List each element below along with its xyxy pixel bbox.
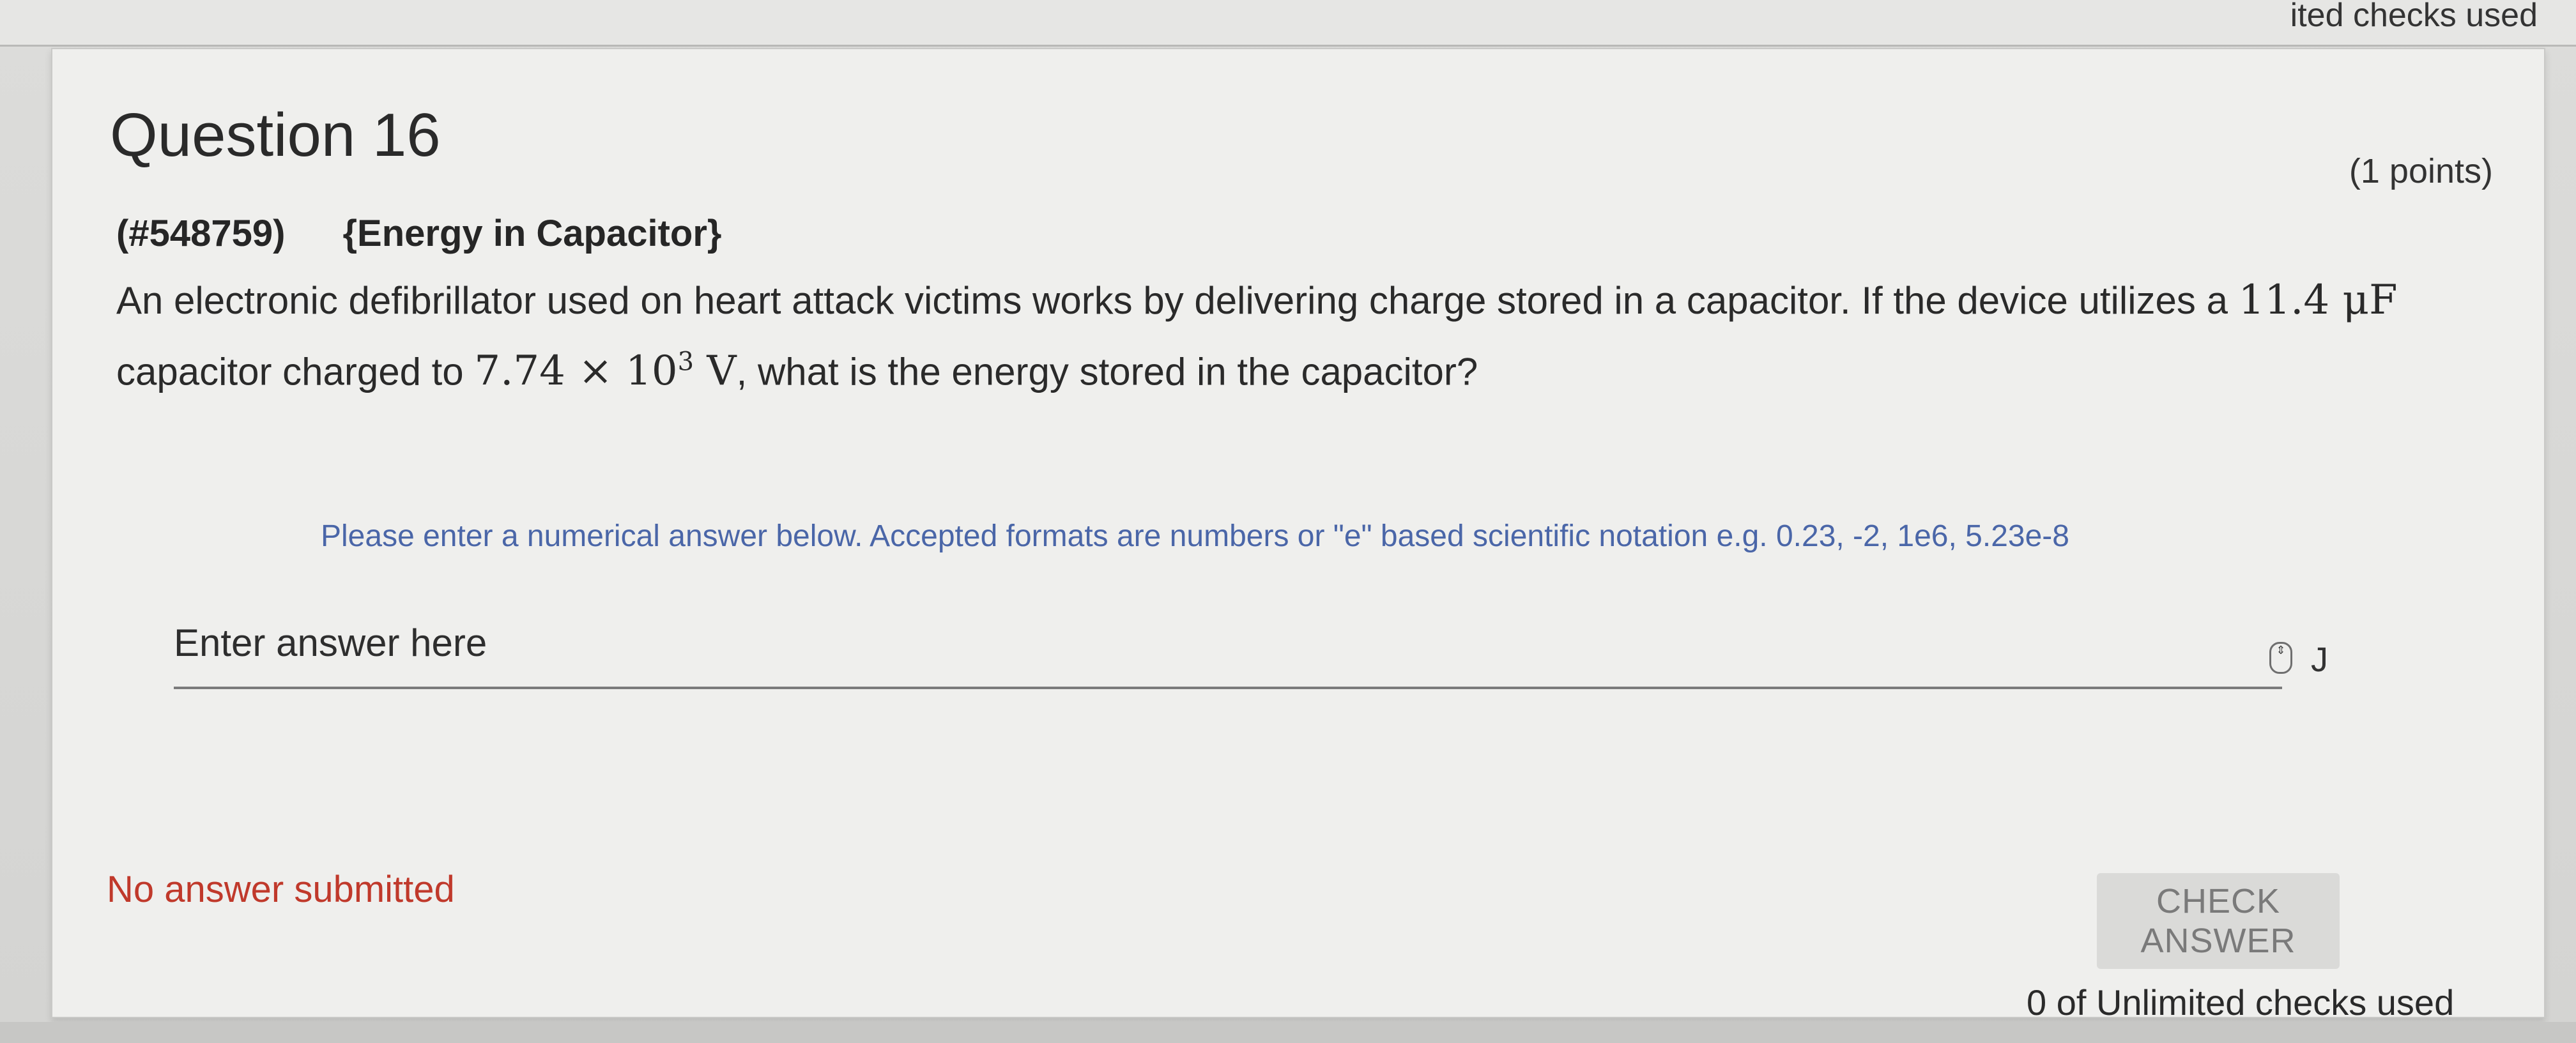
- check-answer-button[interactable]: CHECK ANSWER: [2097, 873, 2340, 969]
- voltage-exponent: 3: [677, 347, 694, 377]
- checks-used-counter: 0 of Unlimited checks used: [2027, 982, 2455, 1023]
- answer-unit: J: [2311, 641, 2328, 679]
- question-text-part2: capacitor charged to: [116, 350, 475, 393]
- question-card: Question 16 (1 points) (#548759) {Energy …: [51, 48, 2545, 1023]
- question-id: (#548759): [116, 213, 286, 254]
- previous-question-card: ited checks used: [0, 0, 2576, 47]
- question-text-part3: , what is the energy stored in the capac…: [736, 350, 1478, 393]
- question-title: Question 16: [110, 101, 441, 169]
- page-bottom-edge: [0, 1022, 2576, 1043]
- question-text: An electronic defibrillator used on hear…: [116, 270, 2518, 402]
- page: ited checks used Question 16 (1 points) …: [0, 0, 2576, 1043]
- previous-checks-used: ited checks used: [2290, 0, 2538, 34]
- capacitance-value: 11.4 μF: [2238, 277, 2398, 324]
- voltage-unit: V: [694, 347, 737, 395]
- question-header: (#548759) {Energy in Capacitor}: [116, 212, 722, 255]
- question-text-part1: An electronic defibrillator used on hear…: [116, 279, 2239, 322]
- voltage-value: 7.74 × 103 V: [474, 347, 736, 395]
- number-spinner-icon[interactable]: ⇕: [2269, 642, 2292, 674]
- question-category: {Energy in Capacitor}: [342, 213, 722, 254]
- submission-status: No answer submitted: [107, 869, 455, 910]
- answer-input[interactable]: [174, 605, 2282, 689]
- voltage-mantissa: 7.74 × 10: [474, 347, 678, 395]
- answer-field-group: ⇕ J: [174, 605, 2365, 701]
- answer-format-hint: Please enter a numerical answer below. A…: [321, 519, 2069, 553]
- question-points: (1 points): [2349, 152, 2493, 190]
